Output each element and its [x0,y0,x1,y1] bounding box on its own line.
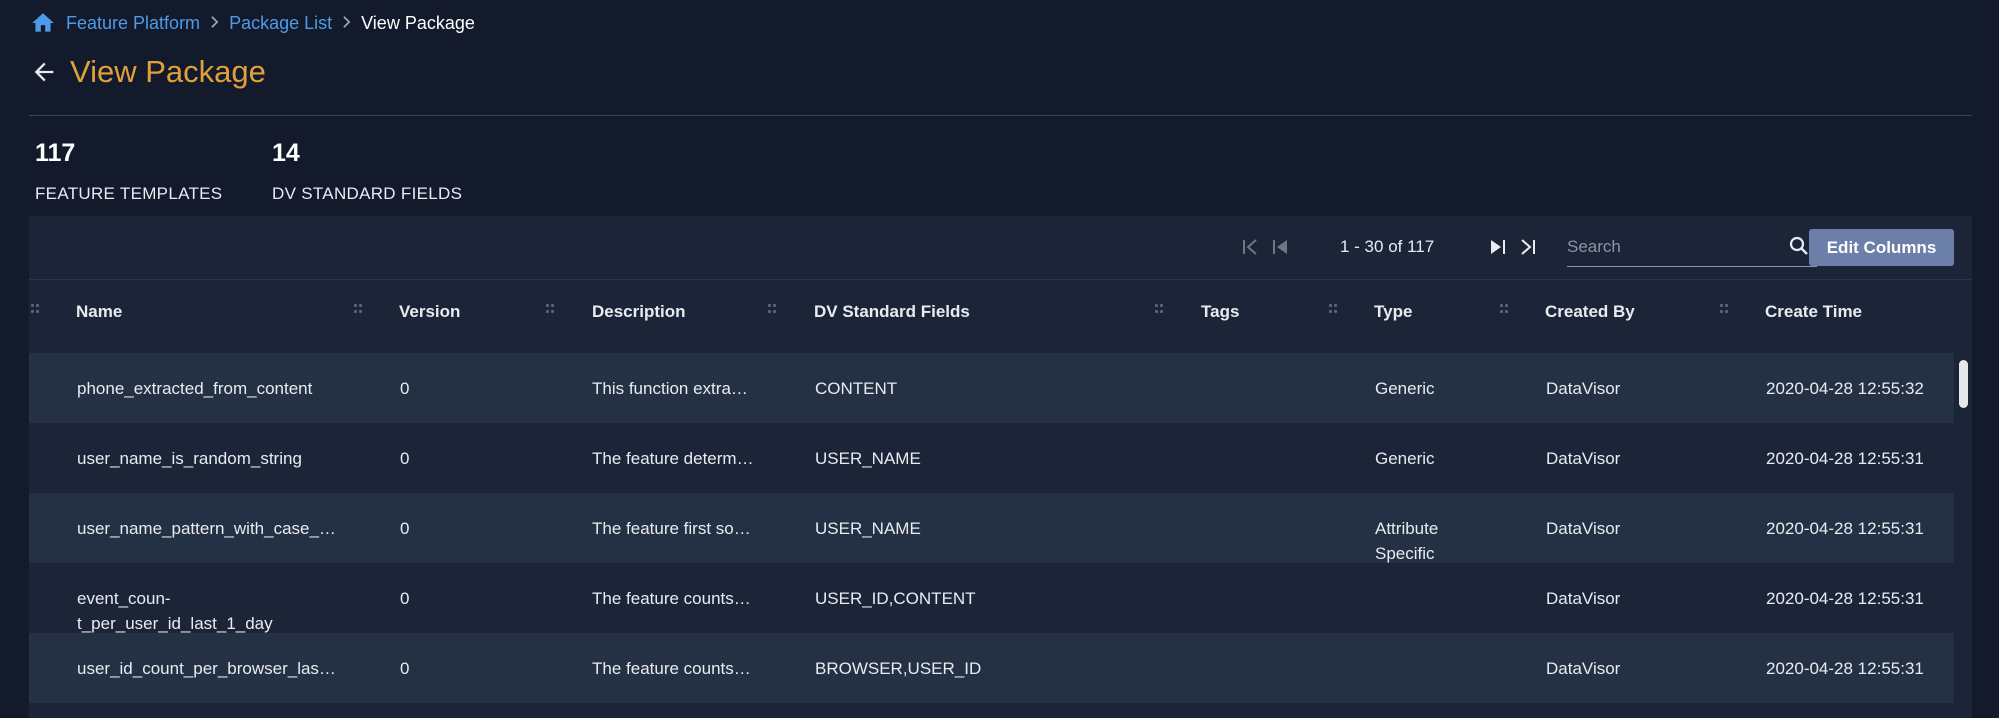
table-toolbar: 1 - 30 of 117 Edit Columns [29,216,1972,280]
cell-create-time: 2020-04-28 12:55:31 [1766,589,1924,608]
search-input[interactable] [1567,232,1767,262]
cell-create-time: 2020-04-28 12:55:31 [1766,449,1924,468]
chevron-right-icon [210,13,219,34]
cell-create-time: 2020-04-28 12:55:31 [1766,659,1924,678]
pagination-range: 1 - 30 of 117 [1340,237,1435,256]
home-icon[interactable] [30,10,56,36]
table-row[interactable]: event_coun-t_per_user_id_last_1_day 0 Th… [29,563,1954,633]
cell-type: Generic [1375,449,1435,468]
cell-version: 0 [400,449,410,468]
table-row[interactable]: user_name_pattern_with_case_… 0 The feat… [29,493,1954,563]
cell-create-time: 2020-04-28 12:55:32 [1766,379,1924,398]
cell-create-time: 2020-04-28 12:55:31 [1766,519,1924,538]
column-header-create-time[interactable]: Create Time [1765,302,1862,322]
cell-created-by: DataVisor [1546,449,1621,468]
search-box [1567,228,1817,267]
cell-dv-standard-fields: BROWSER,USER_ID [815,659,982,678]
cell-dv-standard-fields: USER_NAME [815,449,921,468]
header-divider [29,115,1972,116]
drag-handle-icon[interactable] [1329,304,1339,318]
chevron-right-icon [342,13,351,34]
drag-handle-icon[interactable] [768,304,778,318]
table-body: phone_extracted_from_content 0 This func… [29,353,1954,703]
cell-dv-standard-fields: USER_ID,CONTENT [815,589,976,608]
search-icon[interactable] [1787,234,1811,258]
table-header: Name Version Description DV Standard Fie… [29,280,1972,345]
last-page-icon[interactable] [1517,236,1539,258]
previous-page-icon[interactable] [1269,236,1291,258]
cell-type: Attribute Specific [1375,519,1439,563]
cell-name: user_name_pattern_with_case_… [77,519,336,538]
cell-version: 0 [400,589,410,608]
cell-description: The feature counts… [592,659,751,678]
table-row[interactable]: user_id_count_per_browser_las… 0 The fea… [29,633,1954,703]
cell-created-by: DataVisor [1546,379,1621,398]
column-header-tags[interactable]: Tags [1201,302,1239,322]
stat-value: 14 [272,139,300,167]
column-header-type[interactable]: Type [1374,302,1412,322]
stat-value: 117 [35,139,76,167]
stat-label: DV STANDARD FIELDS [272,184,463,203]
column-header-created-by[interactable]: Created By [1545,302,1635,322]
cell-type: Generic [1375,379,1435,398]
table-row[interactable]: phone_extracted_from_content 0 This func… [29,353,1954,423]
drag-handle-icon[interactable] [546,304,556,318]
first-page-icon[interactable] [1239,236,1261,258]
back-arrow-icon[interactable] [30,58,58,86]
package-table-panel: 1 - 30 of 117 Edit Columns Name Version … [29,216,1972,718]
stat-dv-standard-fields: 14 DV STANDARD FIELDS [272,138,462,204]
page-title: View Package [70,54,266,89]
cell-description: This function extra… [592,379,748,398]
cell-name: event_coun-t_per_user_id_last_1_day [77,589,273,633]
page-header: View Package [30,52,266,92]
edit-columns-button[interactable]: Edit Columns [1809,229,1954,266]
cell-description: The feature determ… [592,449,754,468]
cell-name: phone_extracted_from_content [77,379,313,398]
cell-name: user_id_count_per_browser_las… [77,659,336,678]
column-header-dv-standard-fields[interactable]: DV Standard Fields [814,302,970,322]
breadcrumb: Feature Platform Package List View Packa… [30,10,475,36]
cell-dv-standard-fields: CONTENT [815,379,898,398]
cell-version: 0 [400,519,410,538]
breadcrumb-current: View Package [361,12,475,33]
breadcrumb-feature-platform[interactable]: Feature Platform [66,13,200,34]
drag-handle-icon[interactable] [1720,304,1730,318]
drag-handle-icon[interactable] [1155,304,1165,318]
stat-label: FEATURE TEMPLATES [35,184,223,203]
drag-handle-icon[interactable] [354,304,364,318]
cell-version: 0 [400,379,410,398]
cell-description: The feature first so… [592,519,751,538]
cell-name: user_name_is_random_string [77,449,302,468]
breadcrumb-package-list[interactable]: Package List [229,13,332,34]
cell-dv-standard-fields: USER_NAME [815,519,921,538]
cell-description: The feature counts… [592,589,751,608]
stat-feature-templates: 117 FEATURE TEMPLATES [35,138,222,204]
table-scrollbar[interactable] [1959,360,1968,408]
table-row[interactable]: user_name_is_random_string 0 The feature… [29,423,1954,493]
column-header-name[interactable]: Name [76,302,122,322]
cell-created-by: DataVisor [1546,589,1621,608]
cell-created-by: DataVisor [1546,519,1621,538]
cell-version: 0 [400,659,410,678]
column-header-description[interactable]: Description [592,302,686,322]
column-header-version[interactable]: Version [399,302,460,322]
cell-created-by: DataVisor [1546,659,1621,678]
drag-handle-icon[interactable] [31,304,41,318]
drag-handle-icon[interactable] [1500,304,1510,318]
next-page-icon[interactable] [1487,236,1509,258]
